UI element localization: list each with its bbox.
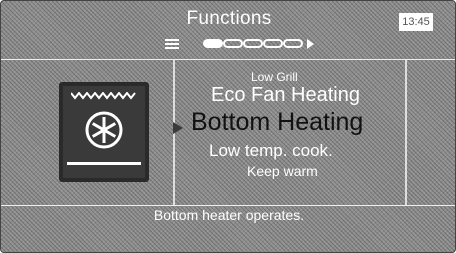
list-item[interactable]: Keep warm — [247, 163, 318, 179]
next-page-arrow-icon[interactable] — [307, 39, 314, 49]
page-dot-5[interactable] — [283, 39, 303, 48]
page-title: Functions — [186, 8, 272, 29]
list-item-selected[interactable]: Bottom Heating — [191, 108, 363, 137]
selection-pointer-icon — [173, 122, 183, 134]
page-indicator — [161, 37, 331, 51]
page-dot-4[interactable] — [263, 39, 283, 48]
header: Functions 13:45 — [1, 1, 455, 59]
clock: 13:45 — [399, 13, 433, 31]
oven-display: Functions 13:45 Low Grill Eco Fan Heatin… — [0, 0, 456, 253]
page-dot-2[interactable] — [223, 39, 243, 48]
function-tile[interactable] — [59, 82, 149, 182]
list-item[interactable]: Low Grill — [251, 70, 298, 84]
menu-icon[interactable] — [165, 39, 179, 49]
list-item[interactable]: Low temp. cook. — [209, 141, 333, 161]
divider — [405, 60, 407, 205]
fan-icon — [85, 111, 123, 149]
page-dot-3[interactable] — [243, 39, 263, 48]
function-description: Bottom heater operates. — [153, 207, 305, 223]
tile-inner — [63, 86, 145, 178]
page-dot-1[interactable] — [203, 39, 223, 48]
list-item[interactable]: Eco Fan Heating — [211, 84, 360, 107]
heater-zigzag-icon — [71, 92, 136, 100]
function-panel: Low Grill Eco Fan Heating Bottom Heating… — [1, 59, 455, 206]
bottom-heater-bar-icon — [67, 162, 141, 165]
